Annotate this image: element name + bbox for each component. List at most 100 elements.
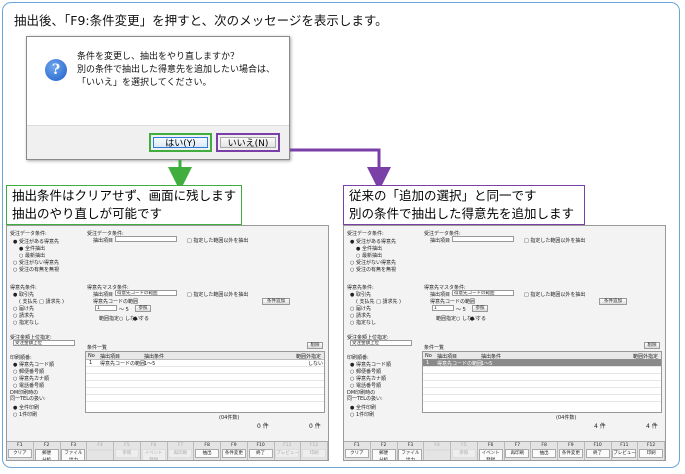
radio-p3[interactable]: 得意先カナ順 [13,375,49,382]
fkey-f6[interactable]: F6 イベント 登録 [141,442,168,460]
radio-trade[interactable]: 取引先 [13,291,34,298]
radio-dm1[interactable]: 全件印刷 [350,404,376,411]
radio-has-orders[interactable]: 受注がある得意先 [350,238,396,245]
fkey-f1[interactable]: F1 クリア [344,442,371,460]
fkey-f12[interactable]: F12 印刷 [638,442,665,460]
fkey-f9[interactable]: F9 条件変更 [221,442,248,460]
fkey-number: F12 [309,443,319,448]
total-value: 0 件 [309,423,321,430]
radio-no-orders[interactable]: 受注がない得意先 [13,259,59,266]
yes-button[interactable]: はい(Y) [153,137,208,149]
extract-screen-right: 受注データ条件: 受注がある得意先 全件抽出 最新抽出 受注がない得意先 受注の… [343,225,666,461]
fkey-f8[interactable]: F8 抽出 [194,442,221,460]
radio-dm2[interactable]: 1件印刷 [13,411,37,418]
cust-cond-label: 得意先条件: [347,285,374,291]
radio-p1[interactable]: 得意先コード順 [13,361,54,368]
code-from-input[interactable]: 1 [95,305,117,311]
radio-range-yes[interactable]: する [133,315,149,322]
trade-sub: ( 支払先 □ 請求先 ) [356,299,401,305]
no-button[interactable]: いいえ(N) [220,137,276,149]
fkey-f3[interactable]: F3 ファイル 出力 [398,442,425,460]
radio-dm2[interactable]: 1件印刷 [350,411,374,418]
fkey-f10[interactable]: F10 終了 [585,442,612,460]
fkey-f12[interactable]: F12 印刷 [301,442,328,460]
extract-item-select[interactable] [115,236,177,242]
fkey-f3[interactable]: F3 ファイル 出力 [61,442,88,460]
code-from-input[interactable]: 1 [432,305,454,311]
fkey-label: 抽出 [532,449,557,458]
fkey-f9[interactable]: F9 条件変更 [558,442,585,460]
cust-cond-label: 得意先条件: [10,285,37,291]
range-check[interactable]: □ 指定した範囲以外を抽出 [524,237,585,244]
count-label: (04件数) [219,415,240,421]
fkey-number: F1 [17,443,23,448]
range-check[interactable]: □ 指定した範囲以外を抽出 [187,237,248,244]
fkey-f7[interactable]: F7 再印刷 [168,442,195,460]
fkey-f6[interactable]: F6 イベント 登録 [478,442,505,460]
fkey-f2[interactable]: F2 郵便 分析 [371,442,398,460]
radio-none[interactable]: 指定なし [350,319,376,326]
table-row[interactable] [86,394,324,402]
extract-screen-left: 受注データ条件: 受注がある得意先 全件抽出 最新抽出 受注がない得意先 受注の… [6,225,329,461]
no-button-highlight: いいえ(N) [216,133,280,152]
fkey-f5[interactable]: F5 参照 [114,442,141,460]
radio-trade[interactable]: 取引先 [350,291,371,298]
add-cond-button[interactable]: 条件追加 [262,298,290,305]
radio-all[interactable]: 全件抽出 [19,245,45,252]
radio-all[interactable]: 全件抽出 [356,245,382,252]
amount-select[interactable]: 受注金額上位 [13,340,75,346]
fkey-number: F2 [380,443,387,448]
radio-latest[interactable]: 最新抽出 [356,252,382,259]
fkey-f4[interactable]: F4 [87,442,114,460]
master-range-check[interactable]: □ 指定した範囲以外を抽出 [187,291,248,298]
radio-latest[interactable]: 最新抽出 [19,252,45,259]
delete-button[interactable]: 削除 [307,342,323,349]
ref-button[interactable]: 参照 [472,305,488,312]
fkey-f7[interactable]: F7 再印刷 [505,442,532,460]
count-label: (04件数) [556,415,577,421]
master-item-select[interactable]: 得意先コードの範囲 [452,290,514,296]
delete-button[interactable]: 削除 [644,342,660,349]
master-range-check[interactable]: □ 指定した範囲以外を抽出 [524,291,585,298]
radio-p4[interactable]: 電話番号順 [350,382,381,389]
function-key-bar: F1 クリア F2 郵便 分析 F3 ファイル 出力 F4 F5 参照 F6 イベント 登録 F7 再印… [344,441,665,460]
radio-delivery[interactable]: 届け先 [13,305,34,312]
add-cond-button[interactable]: 条件追加 [599,298,627,305]
master-item-label: 抽出項目 [430,292,451,298]
fkey-label: プレビュー [612,449,637,458]
radio-p1[interactable]: 得意先コード順 [350,361,391,368]
radio-has-orders[interactable]: 受注がある得意先 [13,238,59,245]
radio-no-orders[interactable]: 受注がない得意先 [350,259,396,266]
radio-none[interactable]: 指定なし [13,319,39,326]
fkey-label: ファイル 出力 [398,449,423,460]
fkey-f1[interactable]: F1 クリア [7,442,34,460]
amount-select[interactable]: 受注金額上位 [350,340,412,346]
radio-p2[interactable]: 郵便番号順 [350,368,381,375]
radio-ignore[interactable]: 受注の有無を無視 [350,266,396,273]
radio-p3[interactable]: 得意先カナ順 [350,375,386,382]
cond-list-label: 条件一覧 [87,345,108,351]
fkey-f11[interactable]: F11 プレビュー [612,442,639,460]
print-order-label: 印刷順番: [10,355,32,361]
fkey-f10[interactable]: F10 終了 [248,442,275,460]
fkey-f5[interactable]: F5 参照 [451,442,478,460]
radio-dm1[interactable]: 全件印刷 [13,404,39,411]
fkey-label: イベント 登録 [141,449,166,460]
fkey-number: F3 [407,443,414,448]
ref-button[interactable]: 参照 [135,305,151,312]
fkey-f2[interactable]: F2 郵便 分析 [34,442,61,460]
extract-item-select[interactable] [452,236,514,242]
fkey-f4[interactable]: F4 [424,442,451,460]
fkey-f8[interactable]: F8 抽出 [531,442,558,460]
radio-p4[interactable]: 電話番号順 [13,382,44,389]
radio-ignore[interactable]: 受注の有無を無視 [13,266,59,273]
table-row[interactable] [423,394,661,402]
radio-billing[interactable]: 請求先 [13,312,34,319]
master-item-select[interactable]: 得意先コードの範囲 [115,290,177,296]
radio-delivery[interactable]: 届け先 [350,305,371,312]
fkey-f11[interactable]: F11 プレビュー [275,442,302,460]
radio-billing[interactable]: 請求先 [350,312,371,319]
radio-range-yes[interactable]: する [470,315,486,322]
cond-list-table: No 抽出項目 抽出条件 範囲外指定 1 得意先コードの範囲 1～5 [422,351,662,413]
radio-p2[interactable]: 郵便番号順 [13,368,44,375]
